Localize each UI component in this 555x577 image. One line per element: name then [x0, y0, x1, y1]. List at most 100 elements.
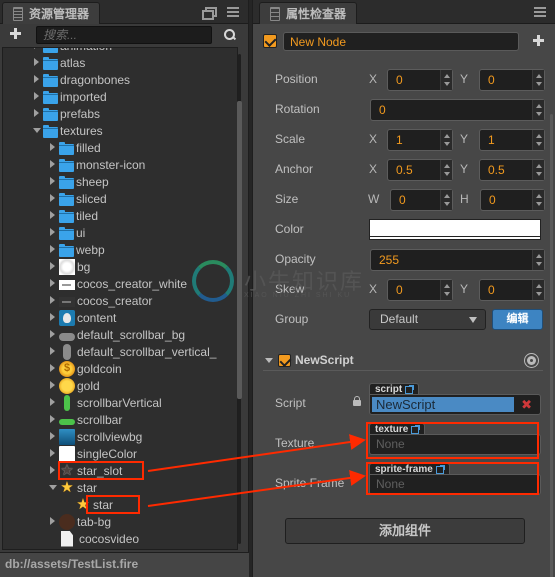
group-select[interactable]: Default: [369, 309, 486, 330]
anchor-x-input[interactable]: 0.5: [387, 159, 453, 181]
expand-arrow-right-icon[interactable]: [47, 445, 59, 462]
expand-arrow-right-icon[interactable]: [47, 258, 59, 275]
expand-arrow-right-icon[interactable]: [47, 241, 59, 258]
expand-arrow-right-icon[interactable]: [31, 71, 43, 88]
node-active-checkbox[interactable]: [263, 34, 277, 48]
search-icon[interactable]: [223, 28, 237, 42]
expand-arrow-right-icon[interactable]: [47, 462, 59, 479]
expand-arrow-right-icon[interactable]: [47, 326, 59, 343]
expand-arrow-right-icon[interactable]: [47, 360, 59, 377]
expand-arrow-right-icon[interactable]: [47, 411, 59, 428]
tree-folder-row[interactable]: webp: [47, 241, 105, 258]
expand-arrow-right-icon[interactable]: [47, 428, 59, 445]
tree-asset-row[interactable]: cocos_creator: [47, 292, 152, 309]
tree-asset-row[interactable]: scrollbar: [47, 411, 122, 428]
size-h-stepper[interactable]: [532, 190, 544, 210]
skew-y-stepper[interactable]: [532, 280, 544, 300]
tree-folder-row[interactable]: sliced: [47, 190, 107, 207]
skew-y-input[interactable]: 0: [479, 279, 545, 301]
expand-arrow-right-icon[interactable]: [47, 224, 59, 241]
external-link-icon[interactable]: [435, 464, 445, 474]
tree-asset-row[interactable]: gold: [47, 377, 100, 394]
size-w-input[interactable]: 0: [390, 189, 453, 211]
anchor-y-stepper[interactable]: [532, 160, 544, 180]
anchor-y-input[interactable]: 0.5: [479, 159, 545, 181]
skew-x-input[interactable]: 0: [387, 279, 453, 301]
expand-arrow-down-icon[interactable]: [47, 479, 59, 496]
scale-x-stepper[interactable]: [440, 130, 452, 150]
opacity-input[interactable]: 255: [370, 249, 545, 271]
size-h-input[interactable]: 0: [480, 189, 545, 211]
tree-scrollbar[interactable]: [237, 101, 242, 399]
expand-arrow-right-icon[interactable]: [47, 173, 59, 190]
color-picker[interactable]: [369, 219, 541, 240]
tree-asset-row[interactable]: scrollviewbg: [47, 428, 142, 445]
tree-asset-row[interactable]: tab-bg: [47, 513, 111, 530]
search-input[interactable]: [36, 26, 212, 44]
tree-asset-row[interactable]: scrollbarVertical: [47, 394, 162, 411]
tree-folder-row[interactable]: atlas: [31, 54, 85, 71]
expand-arrow-right-icon[interactable]: [47, 190, 59, 207]
tree-folder-row[interactable]: prefabs: [31, 105, 100, 122]
expand-arrow-right-icon[interactable]: [47, 292, 59, 309]
expand-arrow-right-icon[interactable]: [47, 139, 59, 156]
remove-script-icon[interactable]: ✖: [521, 397, 532, 413]
expand-arrow-right-icon[interactable]: [31, 88, 43, 105]
tree-asset-row[interactable]: ★ star_slot: [47, 462, 122, 479]
add-asset-button[interactable]: [9, 27, 23, 41]
rotation-input[interactable]: 0: [370, 99, 545, 121]
expand-arrow-right-icon[interactable]: [47, 207, 59, 224]
expand-arrow-right-icon[interactable]: [47, 394, 59, 411]
tree-asset-row[interactable]: cocosvideo: [49, 530, 139, 547]
tree-asset-row[interactable]: bg: [47, 258, 90, 275]
component-enabled-checkbox[interactable]: [278, 354, 291, 367]
tree-asset-row[interactable]: singleColor: [47, 445, 137, 462]
position-y-stepper[interactable]: [532, 70, 544, 90]
tree-folder-row[interactable]: monster-icon: [47, 156, 145, 173]
inspector-tab[interactable]: 属性检查器: [259, 2, 357, 24]
assets-menu-button[interactable]: [225, 4, 241, 20]
expand-arrow-right-icon[interactable]: [47, 513, 59, 530]
tree-folder-row[interactable]: tiled: [47, 207, 98, 224]
external-link-icon[interactable]: [411, 424, 421, 434]
gear-icon[interactable]: [527, 356, 536, 365]
anchor-x-stepper[interactable]: [440, 160, 452, 180]
expand-arrow-right-icon[interactable]: [47, 275, 59, 292]
external-link-icon[interactable]: [405, 384, 415, 394]
sprite-frame-drop-target[interactable]: None: [369, 474, 541, 495]
position-y-input[interactable]: 0: [479, 69, 545, 91]
tree-asset-row[interactable]: content: [47, 309, 116, 326]
scale-y-input[interactable]: 1: [479, 129, 545, 151]
tree-folder-row[interactable]: ui: [47, 224, 85, 241]
add-component-button[interactable]: 添加组件: [285, 518, 525, 544]
tree-asset-row[interactable]: default_scrollbar_vertical_: [47, 343, 216, 360]
tree-asset-row[interactable]: goldcoin: [47, 360, 122, 377]
expand-arrow-right-icon[interactable]: [47, 343, 59, 360]
texture-drop-target[interactable]: None: [369, 434, 541, 455]
expand-arrow-right-icon[interactable]: [31, 105, 43, 122]
rotation-stepper[interactable]: [532, 100, 544, 120]
tree-folder-row[interactable]: imported: [31, 88, 107, 105]
scale-y-stepper[interactable]: [532, 130, 544, 150]
inspector-scrollbar[interactable]: [550, 114, 553, 577]
tree-folder-row[interactable]: sheep: [47, 173, 109, 190]
popout-button[interactable]: [200, 4, 217, 20]
inspector-menu-button[interactable]: [532, 4, 548, 20]
edit-group-button[interactable]: 编辑: [492, 309, 543, 330]
tree-asset-row[interactable]: ★ star: [47, 479, 97, 496]
scale-x-input[interactable]: 1: [387, 129, 453, 151]
tree-folder-row[interactable]: textures: [31, 122, 103, 139]
expand-arrow-right-icon[interactable]: [47, 309, 59, 326]
node-name-input[interactable]: [283, 32, 519, 51]
script-value[interactable]: NewScript: [372, 397, 514, 412]
tree-folder-row[interactable]: dragonbones: [31, 71, 130, 88]
size-w-stepper[interactable]: [440, 190, 452, 210]
position-x-input[interactable]: 0: [387, 69, 453, 91]
tree-asset-row[interactable]: default_scrollbar_bg: [47, 326, 185, 343]
collapse-arrow-icon[interactable]: [265, 358, 273, 363]
expand-arrow-right-icon[interactable]: [31, 54, 43, 71]
tree-asset-row[interactable]: ★ star: [63, 496, 113, 513]
tree-folder-row[interactable]: filled: [47, 139, 101, 156]
tree-folder-row[interactable]: animation: [31, 48, 112, 54]
skew-x-stepper[interactable]: [440, 280, 452, 300]
